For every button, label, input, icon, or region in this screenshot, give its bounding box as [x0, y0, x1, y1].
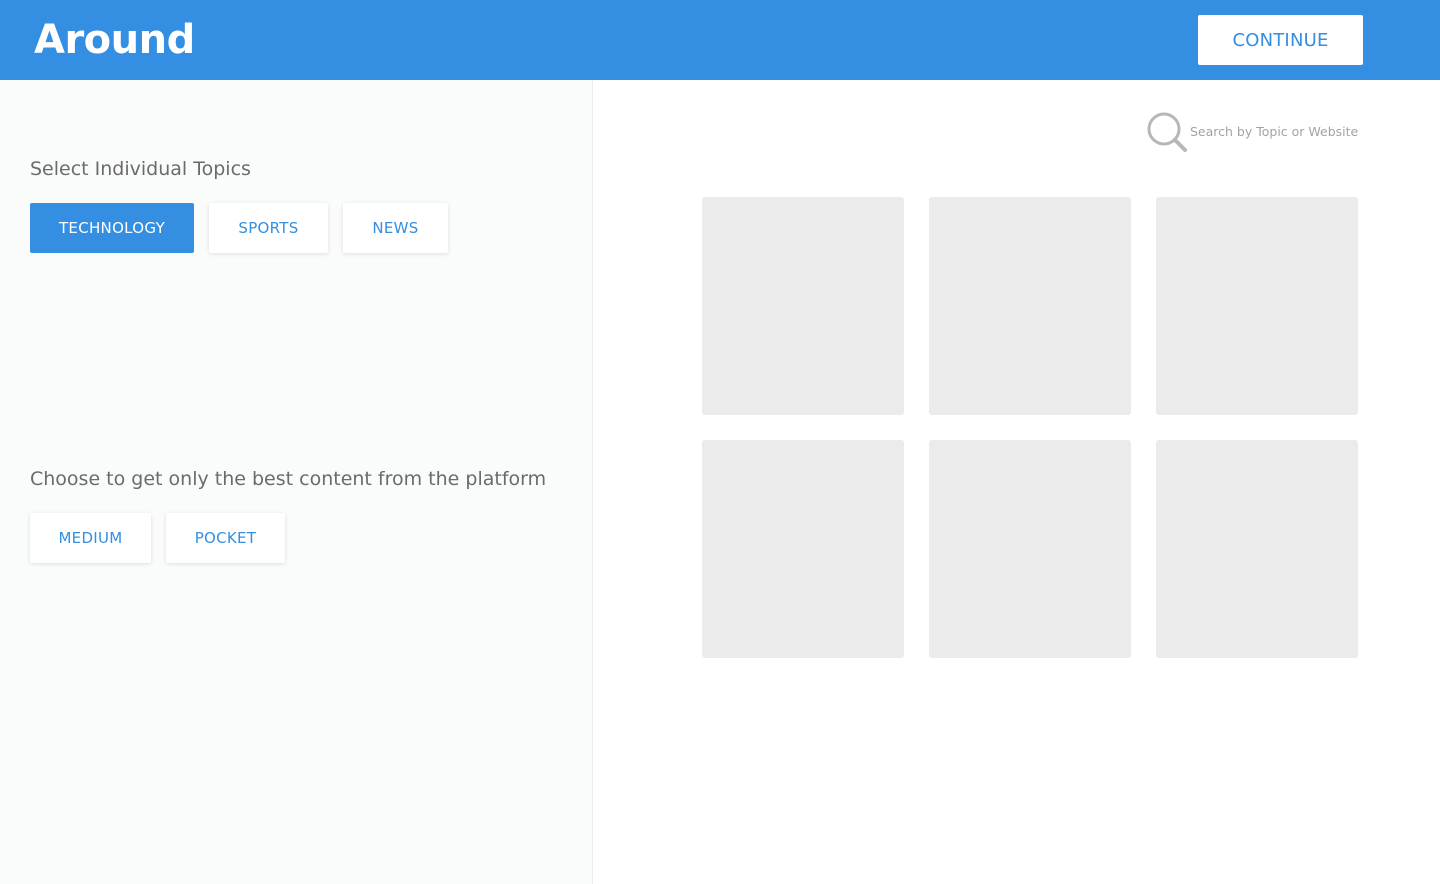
- search-icon[interactable]: [1144, 109, 1188, 153]
- platforms-title: Choose to get only the best content from…: [30, 468, 547, 490]
- topic-chip-sports[interactable]: SPORTS: [209, 203, 328, 253]
- app-logo: Around: [34, 17, 195, 63]
- app-header: Around CONTINUE: [0, 0, 1440, 80]
- content-tile-4[interactable]: [702, 440, 904, 658]
- content-tile-1[interactable]: [702, 197, 904, 415]
- search-bar[interactable]: [1144, 109, 1364, 153]
- search-input[interactable]: [1190, 123, 1364, 139]
- left-panel: Select Individual Topics TECHNOLOGY SPOR…: [0, 80, 593, 884]
- topic-chip-technology[interactable]: TECHNOLOGY: [30, 203, 194, 253]
- topics-title: Select Individual Topics: [30, 158, 251, 180]
- continue-button[interactable]: CONTINUE: [1198, 15, 1363, 65]
- content-tile-2[interactable]: [929, 197, 1131, 415]
- content-tile-6[interactable]: [1156, 440, 1358, 658]
- content-tile-3[interactable]: [1156, 197, 1358, 415]
- topic-chip-news[interactable]: NEWS: [343, 203, 448, 253]
- platform-chip-pocket[interactable]: POCKET: [166, 513, 285, 563]
- content-tile-5[interactable]: [929, 440, 1131, 658]
- platform-chip-medium[interactable]: MEDIUM: [30, 513, 151, 563]
